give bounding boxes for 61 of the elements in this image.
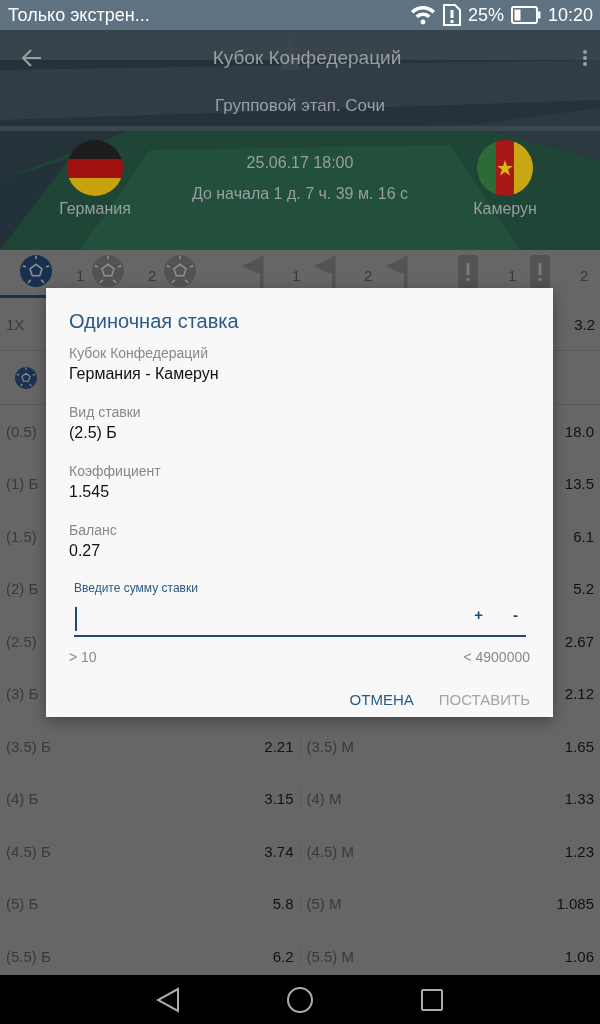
field-label: Вид ставки <box>69 404 142 420</box>
field-label: Баланс <box>69 522 118 538</box>
ball-icon <box>20 255 52 287</box>
odds-value[interactable]: 2.21 <box>264 737 294 755</box>
field-label: Кубок Конфедераций <box>69 345 209 361</box>
match-datetime: 25.06.17 18:00 <box>246 154 354 172</box>
field-value: Германия - Камерун <box>69 365 220 383</box>
flag-icon <box>311 255 337 289</box>
alert-icon <box>458 255 478 289</box>
home-icon[interactable] <box>286 985 314 1014</box>
flag-icon <box>239 255 265 289</box>
field-value: 0.27 <box>69 542 102 560</box>
odds-value[interactable]: 2.67 <box>564 632 594 650</box>
odds-value[interactable]: 2.12 <box>564 685 594 703</box>
field-value: 1.545 <box>69 483 111 501</box>
odds-value[interactable]: 1.06 <box>564 947 594 965</box>
clock-time: 10:20 <box>547 4 593 26</box>
odds-value[interactable]: 3.2 <box>574 315 595 333</box>
stage-text: Групповой этап. Сочи <box>214 96 386 115</box>
back-icon[interactable] <box>22 49 42 67</box>
minimum-text: > 10 <box>69 649 97 665</box>
odds-value[interactable]: 5.8 <box>272 895 294 913</box>
odds-value[interactable]: 1.33 <box>564 790 594 808</box>
battery-icon <box>510 6 541 24</box>
flag-icon <box>383 255 409 289</box>
odds-value[interactable]: 6.2 <box>272 947 294 965</box>
countdown-text: До начала 1 д. 7 ч. 39 м. 16 с <box>191 185 409 203</box>
odds-value[interactable]: 1.65 <box>564 737 594 755</box>
recents-icon[interactable] <box>420 987 444 1012</box>
team-flag-icon <box>477 140 533 196</box>
ball-icon <box>92 255 124 287</box>
team-name: Камерун <box>473 200 537 218</box>
increase-button[interactable]: + <box>466 605 491 623</box>
field-label: Введите сумму ставки <box>74 581 199 595</box>
field-value: (2.5) Б <box>69 424 118 442</box>
alert-icon <box>530 255 550 289</box>
menu-icon[interactable] <box>582 49 588 67</box>
team-name: Германия <box>59 200 131 218</box>
screen-title: Кубок Конфедераций <box>211 47 403 69</box>
team-flag-icon <box>67 140 123 196</box>
odds-value[interactable]: 3.74 <box>264 842 294 860</box>
odds-value[interactable]: 1.085 <box>556 895 594 913</box>
battery-percent: 25% <box>467 4 504 26</box>
amount-field[interactable]: + - <box>74 603 526 637</box>
dialog-button[interactable]: ОТМЕНА <box>349 691 414 708</box>
odds-value[interactable]: 13.5 <box>564 475 594 493</box>
odds-value[interactable]: 5.2 <box>573 580 594 598</box>
wifi-icon <box>409 5 436 25</box>
field-label: Коэффициент <box>69 463 162 479</box>
ball-icon <box>164 255 196 287</box>
dialog-title: Одиночная ставка <box>69 310 240 333</box>
maximum-text: < 4900000 <box>463 649 530 665</box>
odds-value[interactable]: 3.15 <box>264 790 294 808</box>
notification-text: Только экстрен... <box>8 4 150 26</box>
back-icon[interactable] <box>156 986 180 1013</box>
decrease-button[interactable]: - <box>505 605 526 623</box>
odds-value[interactable]: 1.23 <box>564 842 594 860</box>
sim-card-icon <box>442 4 461 26</box>
odds-value[interactable]: 6.1 <box>573 527 594 545</box>
odds-value[interactable]: 18.0 <box>564 422 594 440</box>
ball-icon <box>15 366 37 389</box>
